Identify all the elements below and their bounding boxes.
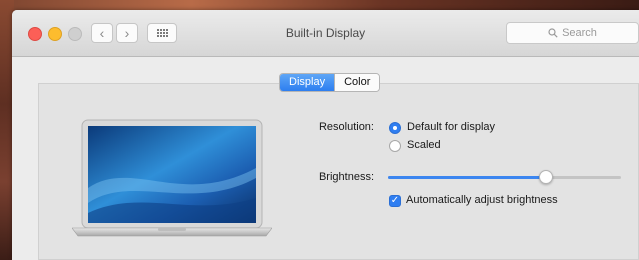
option-scaled[interactable]: Scaled (407, 139, 441, 151)
brightness-fill (388, 176, 547, 179)
resolution-label: Resolution: (318, 121, 374, 133)
radio-scaled[interactable] (389, 140, 401, 152)
option-default-for-display[interactable]: Default for display (407, 121, 495, 133)
tab-display[interactable]: Display (280, 74, 335, 91)
titlebar: ‹ › Built-in Display Search (12, 10, 639, 57)
auto-brightness-checkbox[interactable]: ✓ (389, 195, 401, 207)
brightness-label: Brightness: (318, 171, 374, 183)
radio-default-for-display[interactable] (389, 122, 401, 134)
search-field[interactable]: Search (506, 22, 639, 44)
search-placeholder: Search (562, 27, 597, 39)
laptop-icon (72, 119, 272, 237)
preferences-window: ‹ › Built-in Display Search Display Colo… (12, 10, 639, 260)
auto-brightness-label[interactable]: Automatically adjust brightness (406, 194, 558, 206)
brightness-slider[interactable] (388, 170, 621, 184)
tab-color[interactable]: Color (334, 74, 380, 91)
tab-bar: Display Color (279, 73, 381, 92)
search-icon (548, 28, 558, 38)
checkmark-icon: ✓ (390, 195, 400, 206)
